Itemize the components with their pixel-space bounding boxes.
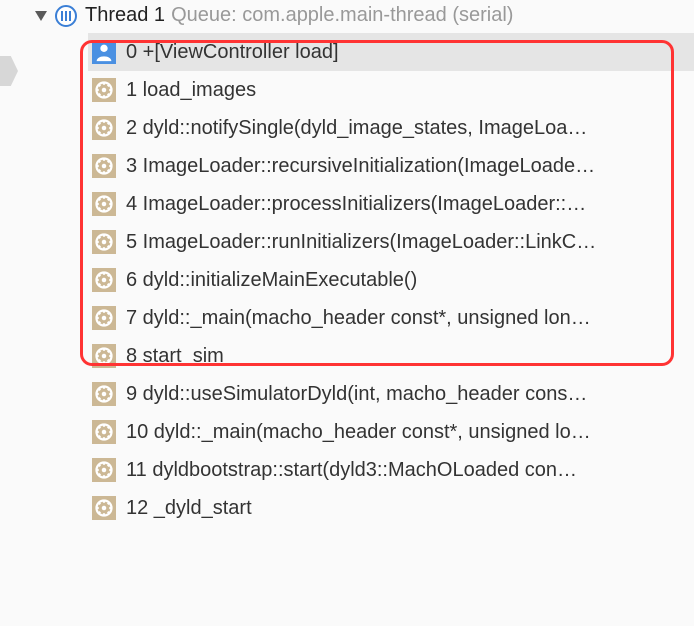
stack-frame-label: 2 dyld::notifySingle(dyld_image_states, … (126, 117, 587, 140)
stack-frame-row[interactable]: 8 start_sim (88, 337, 694, 375)
stack-frame-label: 10 dyld::_main(macho_header const*, unsi… (126, 421, 591, 444)
system-frame-icon (92, 344, 116, 368)
stack-frame-row[interactable]: 9 dyld::useSimulatorDyld(int, macho_head… (88, 375, 694, 413)
stack-frame-label: 9 dyld::useSimulatorDyld(int, macho_head… (126, 383, 587, 406)
stack-frame-label: 3 ImageLoader::recursiveInitialization(I… (126, 155, 595, 178)
stack-frame-row[interactable]: 2 dyld::notifySingle(dyld_image_states, … (88, 109, 694, 147)
stack-frame-label: 6 dyld::initializeMainExecutable() (126, 269, 417, 292)
stack-frame-row[interactable]: 11 dyldbootstrap::start(dyld3::MachOLoad… (88, 451, 694, 489)
system-frame-icon (92, 116, 116, 140)
stack-frame-row[interactable]: 5 ImageLoader::runInitializers(ImageLoad… (88, 223, 694, 261)
stack-frame-label: 7 dyld::_main(macho_header const*, unsig… (126, 307, 591, 330)
stack-frame-label: 5 ImageLoader::runInitializers(ImageLoad… (126, 231, 596, 254)
stack-frame-row[interactable]: 7 dyld::_main(macho_header const*, unsig… (88, 299, 694, 337)
thread-queue: Queue: com.apple.main-thread (serial) (171, 4, 513, 27)
thread-title: Thread 1 (85, 4, 165, 27)
system-frame-icon (92, 306, 116, 330)
stack-frame-label: 1 load_images (126, 79, 256, 102)
stack-frame-label: 11 dyldbootstrap::start(dyld3::MachOLoad… (126, 459, 577, 482)
stack-frame-row[interactable]: 0 +[ViewController load] (88, 33, 694, 71)
stack-frame-row[interactable]: 1 load_images (88, 71, 694, 109)
stack-frame-row[interactable]: 3 ImageLoader::recursiveInitialization(I… (88, 147, 694, 185)
thread-header[interactable]: Thread 1 Queue: com.apple.main-thread (s… (0, 0, 694, 31)
thread-icon (55, 5, 77, 27)
stack-frame-label: 0 +[ViewController load] (126, 41, 339, 64)
user-frame-icon (92, 40, 116, 64)
stack-frame-row[interactable]: 4 ImageLoader::processInitializers(Image… (88, 185, 694, 223)
stack-frame-label: 4 ImageLoader::processInitializers(Image… (126, 193, 586, 216)
system-frame-icon (92, 496, 116, 520)
stack-frames-list: 0 +[ViewController load] 1 load_images 2 d… (0, 31, 694, 527)
stack-frame-row[interactable]: 10 dyld::_main(macho_header const*, unsi… (88, 413, 694, 451)
system-frame-icon (92, 268, 116, 292)
system-frame-icon (92, 458, 116, 482)
disclosure-triangle-icon[interactable] (35, 11, 47, 21)
system-frame-icon (92, 154, 116, 178)
stack-frame-label: 12 _dyld_start (126, 497, 252, 520)
system-frame-icon (92, 420, 116, 444)
stack-frame-label: 8 start_sim (126, 345, 224, 368)
system-frame-icon (92, 192, 116, 216)
system-frame-icon (92, 78, 116, 102)
system-frame-icon (92, 382, 116, 406)
system-frame-icon (92, 230, 116, 254)
stack-frame-row[interactable]: 6 dyld::initializeMainExecutable() (88, 261, 694, 299)
stack-frame-row[interactable]: 12 _dyld_start (88, 489, 694, 527)
